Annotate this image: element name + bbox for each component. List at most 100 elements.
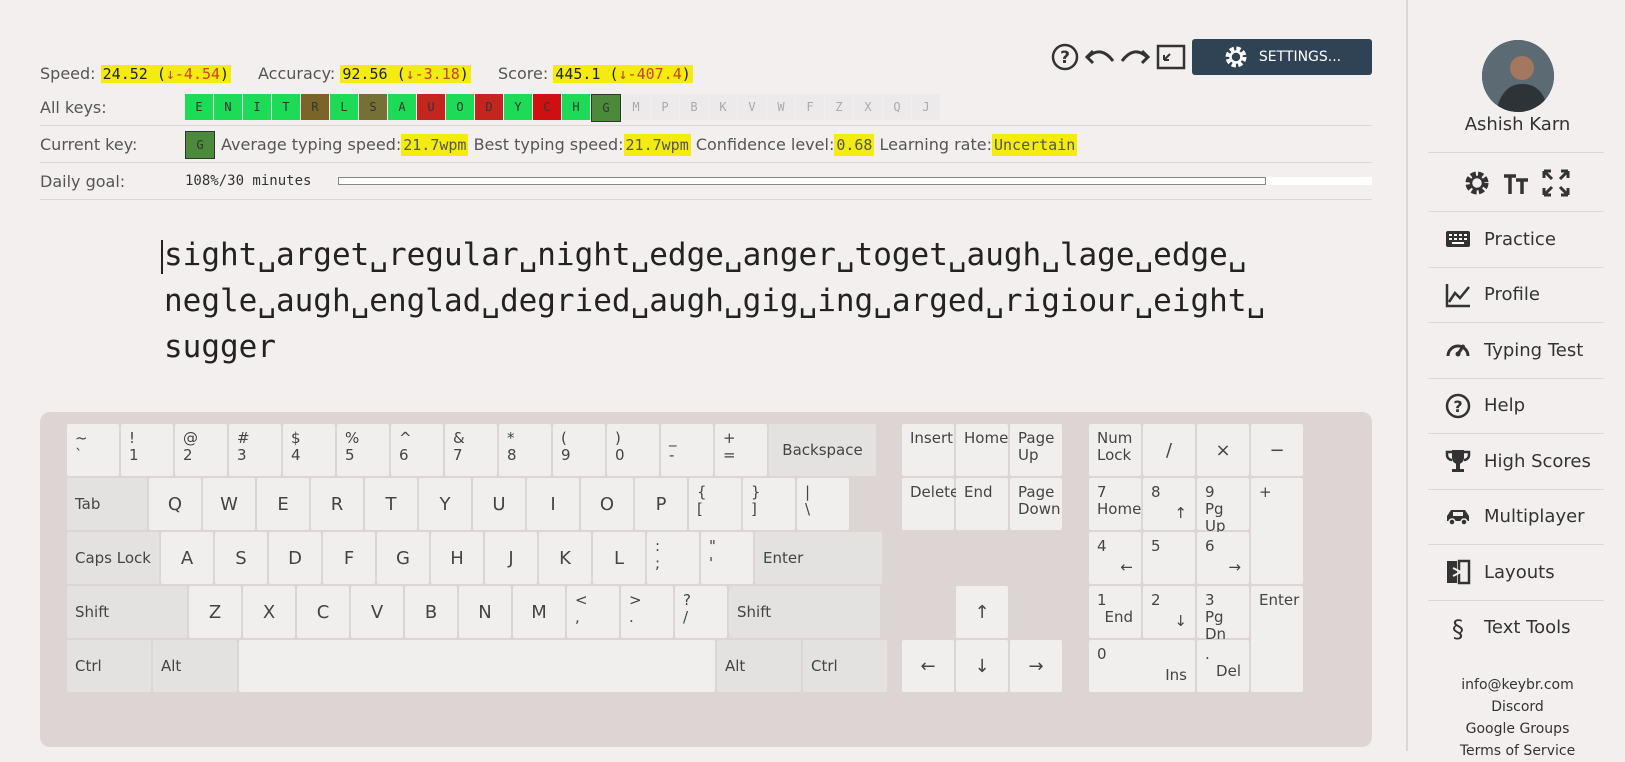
footer-terms-link[interactable]: Terms of Service [1408, 740, 1625, 762]
key-g[interactable]: G [377, 532, 429, 584]
footer-discord-link[interactable]: Discord [1408, 696, 1625, 718]
num-5-key[interactable]: 5 [1143, 532, 1195, 584]
num-3-key[interactable]: 3 Pg Dn [1197, 586, 1249, 643]
undo-icon[interactable] [1084, 40, 1116, 74]
key-4[interactable]: $4 [283, 424, 335, 476]
num-0-key[interactable]: 0 Ins [1089, 640, 1195, 692]
key-u[interactable]: U [473, 478, 525, 530]
key-p[interactable]: P [635, 478, 687, 530]
num-6-key[interactable]: 6 → [1197, 532, 1249, 584]
help-icon[interactable]: ? [1049, 40, 1081, 74]
key-1[interactable]: ! 1 [121, 424, 173, 476]
tab-key[interactable]: Tab [67, 478, 147, 530]
sidebar-item-help[interactable]: ? Help [1428, 377, 1604, 433]
home-key[interactable]: Home [956, 424, 1008, 476]
key-v[interactable]: V [351, 586, 403, 638]
num-4-key[interactable]: 4 ← [1089, 532, 1141, 584]
key-i[interactable]: I [527, 478, 579, 530]
expand-icon[interactable] [1542, 169, 1570, 197]
sidebar-item-high-scores[interactable]: High Scores [1428, 433, 1604, 488]
key-c[interactable]: C [297, 586, 349, 638]
arrow-right-key[interactable]: → [1010, 640, 1062, 692]
sidebar-item-profile[interactable]: Profile [1428, 266, 1604, 322]
left-alt-key[interactable]: Alt [153, 640, 237, 692]
backspace-key[interactable]: Backspace [769, 424, 876, 476]
end-key[interactable]: End [956, 478, 1008, 530]
caps-lock-key[interactable]: Caps Lock [67, 532, 159, 584]
key-z[interactable]: Z [189, 586, 241, 638]
arrow-left-key[interactable]: ← [902, 640, 954, 692]
key-r[interactable]: R [311, 478, 363, 530]
arrow-down-key[interactable]: ↓ [956, 640, 1008, 692]
key-2[interactable]: @2 [175, 424, 227, 476]
insert-key[interactable]: Insert [902, 424, 954, 476]
key-d[interactable]: D [269, 532, 321, 584]
font-size-icon[interactable] [1502, 168, 1532, 198]
key-7[interactable]: & 7 [445, 424, 497, 476]
key-y[interactable]: Y [419, 478, 471, 530]
avatar[interactable] [1482, 40, 1554, 112]
key-l[interactable]: L [593, 532, 645, 584]
key-,[interactable]: <, [567, 586, 619, 638]
key-;[interactable]: :; [647, 532, 699, 584]
redo-icon[interactable] [1119, 40, 1151, 74]
key-h[interactable]: H [431, 532, 483, 584]
num-enter-key[interactable]: Enter [1251, 586, 1303, 692]
key-m[interactable]: M [513, 586, 565, 638]
num-2-key[interactable]: 2 ↓ [1143, 586, 1195, 638]
key-a[interactable]: A [161, 532, 213, 584]
key-'[interactable]: " ' [701, 532, 753, 584]
key-=[interactable]: + = [715, 424, 767, 476]
num-1-key[interactable]: 1 End [1089, 586, 1141, 638]
num-dot-key[interactable]: . Del [1197, 640, 1249, 692]
user-name[interactable]: Ashish Karn [1408, 114, 1625, 135]
num-7-key[interactable]: 7 Home [1089, 478, 1141, 530]
left-ctrl-key[interactable]: Ctrl [67, 640, 151, 692]
key-q[interactable]: Q [149, 478, 201, 530]
fullscreen-icon[interactable] [1155, 40, 1187, 74]
num-lock-key[interactable]: Num Lock [1089, 424, 1141, 476]
key-/[interactable]: ? / [675, 586, 727, 638]
theme-icon[interactable] [1462, 168, 1492, 198]
key-e[interactable]: E [257, 478, 309, 530]
page-down-key[interactable]: Page Down [1010, 478, 1062, 530]
key-][interactable]: }] [743, 478, 795, 530]
page-up-key[interactable]: Page Up [1010, 424, 1062, 476]
num-divide-key[interactable]: / [1143, 424, 1195, 476]
num-plus-key[interactable]: + [1251, 478, 1303, 584]
arrow-up-key[interactable]: ↑ [956, 586, 1008, 638]
key-o[interactable]: O [581, 478, 633, 530]
delete-key[interactable]: Delete [902, 478, 959, 530]
sidebar-item-layouts[interactable]: Layouts [1428, 544, 1604, 599]
key-.[interactable]: >. [621, 586, 673, 638]
sidebar-item-multiplayer[interactable]: Multiplayer [1428, 488, 1604, 544]
sidebar-item-text-tools[interactable]: § Text Tools [1428, 599, 1604, 655]
num-minus-key[interactable]: − [1251, 424, 1303, 476]
enter-key[interactable]: Enter [755, 532, 882, 584]
space-key[interactable] [239, 640, 715, 692]
num-multiply-key[interactable]: × [1197, 424, 1249, 476]
key--[interactable]: _ - [661, 424, 713, 476]
key-s[interactable]: S [215, 532, 267, 584]
num-9-key[interactable]: 9 Pg Up [1197, 478, 1249, 535]
key-6[interactable]: ^ 6 [391, 424, 443, 476]
left-shift-key[interactable]: Shift [67, 586, 187, 638]
key-\[interactable]: | \ [797, 478, 849, 530]
right-shift-key[interactable]: Shift [729, 586, 880, 638]
key-3[interactable]: #3 [229, 424, 281, 476]
lesson-text[interactable]: sight␣arget␣regular␣night␣edge␣anger␣tog… [164, 232, 1274, 370]
key-8[interactable]: * 8 [499, 424, 551, 476]
settings-button[interactable]: SETTINGS... [1192, 39, 1372, 75]
key-`[interactable]: ~ ` [67, 424, 119, 476]
right-ctrl-key[interactable]: Ctrl [803, 640, 887, 692]
key-n[interactable]: N [459, 586, 511, 638]
key-b[interactable]: B [405, 586, 457, 638]
key-[[interactable]: {[ [689, 478, 741, 530]
footer-google-groups-link[interactable]: Google Groups [1408, 718, 1625, 740]
key-x[interactable]: X [243, 586, 295, 638]
right-alt-key[interactable]: Alt [717, 640, 801, 692]
num-8-key[interactable]: 8 ↑ [1143, 478, 1195, 530]
key-f[interactable]: F [323, 532, 375, 584]
key-k[interactable]: K [539, 532, 591, 584]
key-w[interactable]: W [203, 478, 255, 530]
